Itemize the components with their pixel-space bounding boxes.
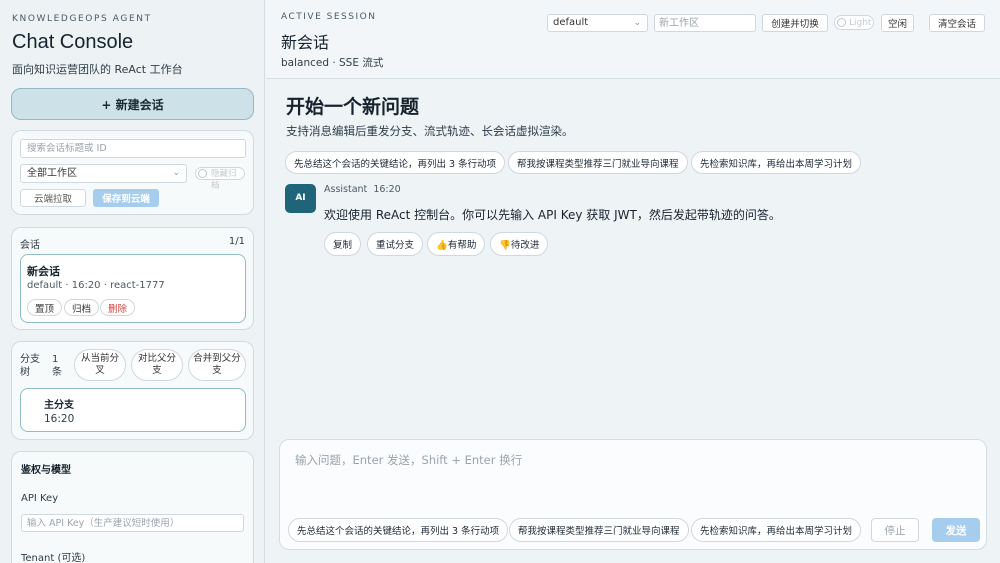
header-kicker: ACTIVE SESSION [281, 12, 377, 22]
chat-area: 开始一个新问题 支持消息编辑后重发分支、流式轨迹、长会话虚拟渲染。 先总结这个会… [266, 80, 1000, 440]
suggestion-chip[interactable]: 先检索知识库，再给出本周学习计划 [691, 151, 862, 174]
clear-session-button[interactable]: 清空会话 [929, 14, 985, 32]
cloud-pull-button[interactable]: 云端拉取 [20, 189, 86, 207]
brand-kicker: KNOWLEDGEOPS AGENT [12, 14, 152, 24]
save-to-cloud-button[interactable]: 保存到云端 [93, 189, 159, 207]
session-header: ACTIVE SESSION 新会话 balanced · SSE 流式 def… [266, 0, 1000, 79]
fork-branch-button[interactable]: 从当前分叉 [74, 349, 126, 381]
hide-archived-label: 隐藏归档 [211, 169, 237, 191]
new-workspace-input[interactable] [654, 14, 756, 32]
app-subtitle: 面向知识运营团队的 ReAct 工作台 [12, 63, 183, 76]
message-role: Assistant [324, 184, 368, 195]
suggestion-chip[interactable]: 帮我按课程类型推荐三门就业导向课程 [508, 151, 688, 174]
sidebar: KNOWLEDGEOPS AGENT Chat Console 面向知识运营团队… [0, 0, 265, 563]
composer-suggestion-chip[interactable]: 先总结这个会话的关键结论，再列出 3 条行动项 [288, 518, 509, 542]
message-text: 欢迎使用 ReAct 控制台。你可以先输入 API Key 获取 JWT，然后发… [324, 208, 781, 222]
copy-message-button[interactable]: 复制 [324, 232, 362, 256]
assistant-avatar: AI [285, 184, 316, 213]
api-key-label: API Key [21, 493, 59, 504]
pin-session-button[interactable]: 置顶 [27, 299, 63, 316]
helpful-button[interactable]: 👍有帮助 [427, 232, 486, 256]
api-key-input[interactable] [21, 514, 244, 532]
create-switch-button[interactable]: 创建并切换 [762, 14, 828, 32]
composer: 先总结这个会话的关键结论，再列出 3 条行动项 帮我按课程类型推荐三门就业导向课… [279, 439, 987, 550]
sessions-count: 1/1 [228, 236, 245, 247]
chevron-down-icon: ⌄ [172, 168, 180, 178]
compare-parent-button[interactable]: 对比父分支 [131, 349, 183, 381]
composer-suggestion-chip[interactable]: 先检索知识库，再给出本周学习计划 [691, 518, 862, 542]
branch-count: 1 条 [52, 354, 62, 378]
new-chat-button[interactable]: + 新建会话 [11, 88, 254, 120]
sessions-card: 会话 1/1 新会话 default · 16:20 · react-1777 … [11, 227, 254, 330]
sessions-label: 会话 [20, 240, 40, 251]
workspace-filter-value: 全部工作区 [27, 168, 77, 179]
composer-suggestion-chip[interactable]: 帮我按课程类型推荐三门就业导向课程 [509, 518, 689, 542]
workspace-select-value: default [553, 17, 589, 28]
session-mode-text: balanced · SSE 流式 [281, 57, 384, 69]
branch-tree-card: 分支树 1 条 从当前分叉 对比父分支 合并到父分支 主分支 16:20 [11, 341, 254, 440]
prompt-input[interactable] [295, 452, 975, 492]
session-title: 新会话 [27, 265, 60, 278]
chevron-down-icon: ⌄ [633, 18, 641, 28]
message-time: 16:20 [373, 184, 401, 195]
idle-status-button[interactable]: 空闲 [881, 14, 914, 32]
retry-branch-button[interactable]: 重试分支 [367, 232, 424, 256]
empty-state-title: 开始一个新问题 [286, 96, 420, 118]
tenant-label: Tenant (可选) [21, 553, 86, 563]
theme-toggle[interactable]: Light [834, 15, 874, 30]
hide-archived-toggle[interactable]: 隐藏归档 [195, 167, 245, 191]
send-button[interactable]: 发送 [932, 518, 980, 542]
session-filter-card: 全部工作区 ⌄ 隐藏归档 云端拉取 保存到云端 [11, 130, 254, 215]
suggestion-chip[interactable]: 先总结这个会话的关键结论，再列出 3 条行动项 [285, 151, 506, 174]
branch-tree-label: 分支树 [20, 354, 40, 378]
theme-toggle-label: Light [849, 18, 872, 28]
toggle-knob [198, 169, 207, 178]
workspace-select[interactable]: default ⌄ [547, 14, 648, 32]
archive-session-button[interactable]: 归档 [64, 299, 100, 316]
message-meta: Assistant 16:20 [324, 184, 401, 195]
branch-title: 主分支 [44, 400, 74, 411]
workspace-filter-select[interactable]: 全部工作区 ⌄ [20, 164, 187, 183]
merge-to-parent-button[interactable]: 合并到父分支 [188, 349, 246, 381]
auth-card-title: 鉴权与模型 [21, 465, 71, 476]
session-title-heading: 新会话 [281, 33, 330, 52]
session-item[interactable]: 新会话 default · 16:20 · react-1777 置顶 归档 删… [20, 254, 246, 323]
session-meta: default · 16:20 · react-1777 [27, 280, 165, 291]
auth-model-card: 鉴权与模型 API Key Tenant (可选) [11, 451, 254, 563]
stop-button[interactable]: 停止 [871, 518, 919, 542]
empty-state-subtitle: 支持消息编辑后重发分支、流式轨迹、长会话虚拟渲染。 [286, 124, 574, 138]
delete-session-button[interactable]: 删除 [100, 299, 136, 316]
branch-time: 16:20 [44, 413, 75, 425]
app-title: Chat Console [12, 31, 134, 53]
needs-improvement-button[interactable]: 👎待改进 [490, 232, 549, 256]
toggle-knob [837, 18, 846, 27]
session-search-input[interactable] [20, 139, 246, 158]
branch-main-item[interactable]: 主分支 16:20 [20, 388, 246, 432]
